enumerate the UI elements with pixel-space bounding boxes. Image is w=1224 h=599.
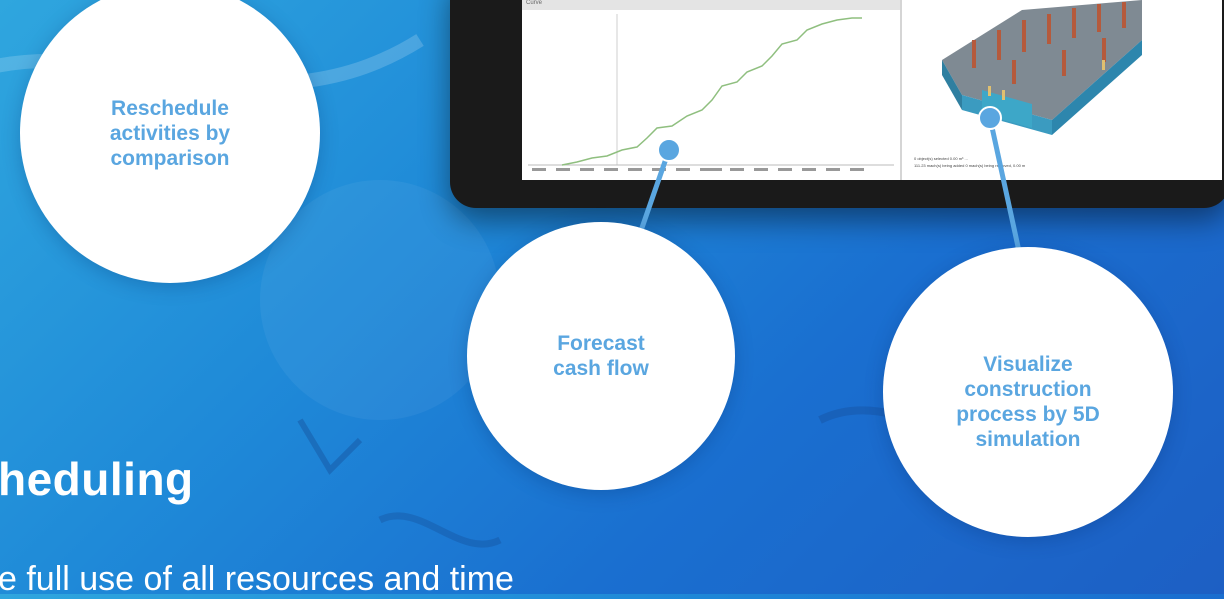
- cash-flow-callout: Forecast cash flow: [467, 222, 735, 490]
- simulation-callout-text: Visualize construction process by 5D sim…: [956, 353, 1100, 451]
- cash-flow-callout-text: Forecast cash flow: [553, 332, 649, 380]
- section-headline: heduling: [0, 453, 194, 505]
- cash-flow-marker: [657, 138, 681, 162]
- simulation-callout: Visualize construction process by 5D sim…: [883, 247, 1173, 537]
- simulation-marker: [978, 106, 1002, 130]
- section-subline: e full use of all resources and time: [0, 560, 514, 598]
- reschedule-callout-text: Reschedule activities by comparison: [109, 96, 231, 170]
